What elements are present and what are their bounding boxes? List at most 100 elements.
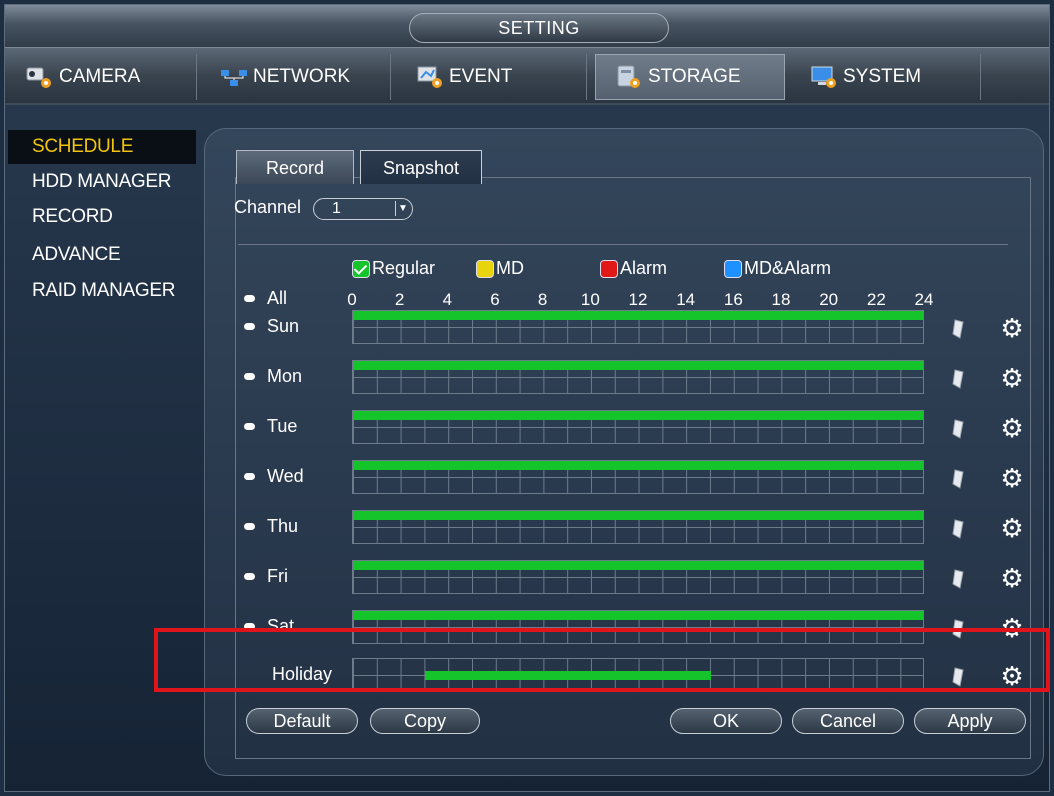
gear-icon[interactable]: ⚙ [1000,465,1024,491]
regular-record-bar [353,311,923,320]
edit-pencil-icon[interactable] [947,418,969,440]
event-icon [415,64,445,90]
channel-label: Channel [234,197,302,217]
top-nav: CAMERA NETWORK EVENT STORAGE SYSTEM [5,48,1049,105]
ok-button[interactable]: OK [670,708,782,734]
nav-system[interactable]: SYSTEM [791,54,981,100]
sidebar-item-schedule[interactable]: SCHEDULE [8,130,196,164]
hour-tick-label: 16 [723,290,743,309]
nav-storage-label: STORAGE [648,66,741,87]
copy-button[interactable]: Copy [370,708,480,734]
gear-icon[interactable]: ⚙ [1000,365,1024,391]
network-icon [219,64,249,90]
regular-record-bar [353,361,923,370]
edit-pencil-icon[interactable] [947,468,969,490]
gear-icon[interactable]: ⚙ [1000,515,1024,541]
chevron-down-icon: ▼ [395,201,410,216]
nav-camera[interactable]: CAMERA [7,54,197,100]
hour-tick-label: 24 [914,290,934,309]
regular-record-bar [353,411,923,420]
nav-network-label: NETWORK [253,66,351,87]
day-select-checkbox[interactable] [244,473,255,480]
day-select-checkbox[interactable] [244,323,255,330]
hour-tick-label: 8 [537,290,548,309]
hour-tick-label: 18 [771,290,791,309]
day-label-mon[interactable]: Mon [244,366,302,387]
regular-record-bar [353,511,923,520]
hour-tick-label: 12 [628,290,648,309]
storage-icon [614,64,644,90]
hour-tick-label: 2 [394,290,405,309]
camera-icon [25,64,55,90]
edit-pencil-icon[interactable] [947,568,969,590]
day-select-checkbox[interactable] [244,573,255,580]
sidebar-item-hdd-manager[interactable]: HDD MANAGER [8,165,196,199]
title-bar: SETTING [5,5,1049,48]
day-label-text: Fri [267,566,288,586]
legend-md[interactable]: MD [476,258,524,279]
sidebar-item-record[interactable]: RECORD [8,200,196,234]
day-select-checkbox[interactable] [244,423,255,430]
nav-event-label: EVENT [449,66,513,87]
legend-md-alarm[interactable]: MD&Alarm [724,258,831,279]
regular-record-bar [353,561,923,570]
day-label-thu[interactable]: Thu [244,516,298,537]
gear-icon[interactable]: ⚙ [1000,415,1024,441]
regular-record-bar [353,461,923,470]
day-label-fri[interactable]: Fri [244,566,288,587]
legend-md-alarm-swatch [724,259,742,278]
legend-md-alarm-label: MD&Alarm [744,258,832,278]
day-select-checkbox[interactable] [244,373,255,380]
legend-md-label: MD [496,258,524,278]
nav-event[interactable]: EVENT [397,54,587,100]
legend-alarm[interactable]: Alarm [600,258,667,279]
sidebar-item-advance[interactable]: ADVANCE [8,238,196,272]
select-all[interactable]: All [244,288,287,309]
edit-pencil-icon[interactable] [947,318,969,340]
channel-select[interactable]: 1 ▼ [313,198,413,220]
edit-pencil-icon[interactable] [947,518,969,540]
apply-button[interactable]: Apply [914,708,1026,734]
channel-value: 1 [332,200,341,217]
legend-regular[interactable]: Regular [352,258,435,279]
legend-alarm-swatch [600,259,618,278]
default-button[interactable]: Default [246,708,358,734]
gear-icon[interactable]: ⚙ [1000,565,1024,591]
gear-icon[interactable]: ⚙ [1000,315,1024,341]
select-all-label: All [267,288,288,308]
hour-tick-label: 22 [866,290,886,309]
regular-record-bar [353,611,923,620]
hour-tick-label: 4 [442,290,453,309]
day-label-wed[interactable]: Wed [244,466,304,487]
hour-tick-label: 10 [580,290,600,309]
hour-tick-label: 20 [819,290,839,309]
legend-regular-swatch [352,259,370,278]
select-all-checkbox[interactable] [244,295,255,302]
day-label-tue[interactable]: Tue [244,416,297,437]
day-label-text: Wed [267,466,304,486]
nav-storage[interactable]: STORAGE [595,54,785,100]
nav-camera-label: CAMERA [59,66,141,87]
sidebar-item-raid-manager[interactable]: RAID MANAGER [8,274,196,308]
day-label-text: Tue [267,416,298,436]
cancel-button[interactable]: Cancel [792,708,904,734]
day-label-sun[interactable]: Sun [244,316,299,337]
edit-pencil-icon[interactable] [947,368,969,390]
day-select-checkbox[interactable] [244,523,255,530]
timeline-grid-wed[interactable] [352,460,924,494]
hour-tick-label: 6 [490,290,500,309]
tab-record[interactable]: Record [236,150,354,184]
timeline-grid-fri[interactable] [352,560,924,594]
divider [238,244,1008,245]
nav-system-label: SYSTEM [843,66,922,87]
tab-snapshot[interactable]: Snapshot [360,150,482,184]
timeline-grid-mon[interactable] [352,360,924,394]
legend-alarm-label: Alarm [620,258,668,278]
hour-tick-label: 14 [676,290,696,309]
highlight-box [154,628,1050,692]
nav-network[interactable]: NETWORK [201,54,391,100]
timeline-grid-sun[interactable] [352,310,924,344]
timeline-grid-tue[interactable] [352,410,924,444]
timeline-grid-thu[interactable] [352,510,924,544]
system-icon [809,64,839,90]
